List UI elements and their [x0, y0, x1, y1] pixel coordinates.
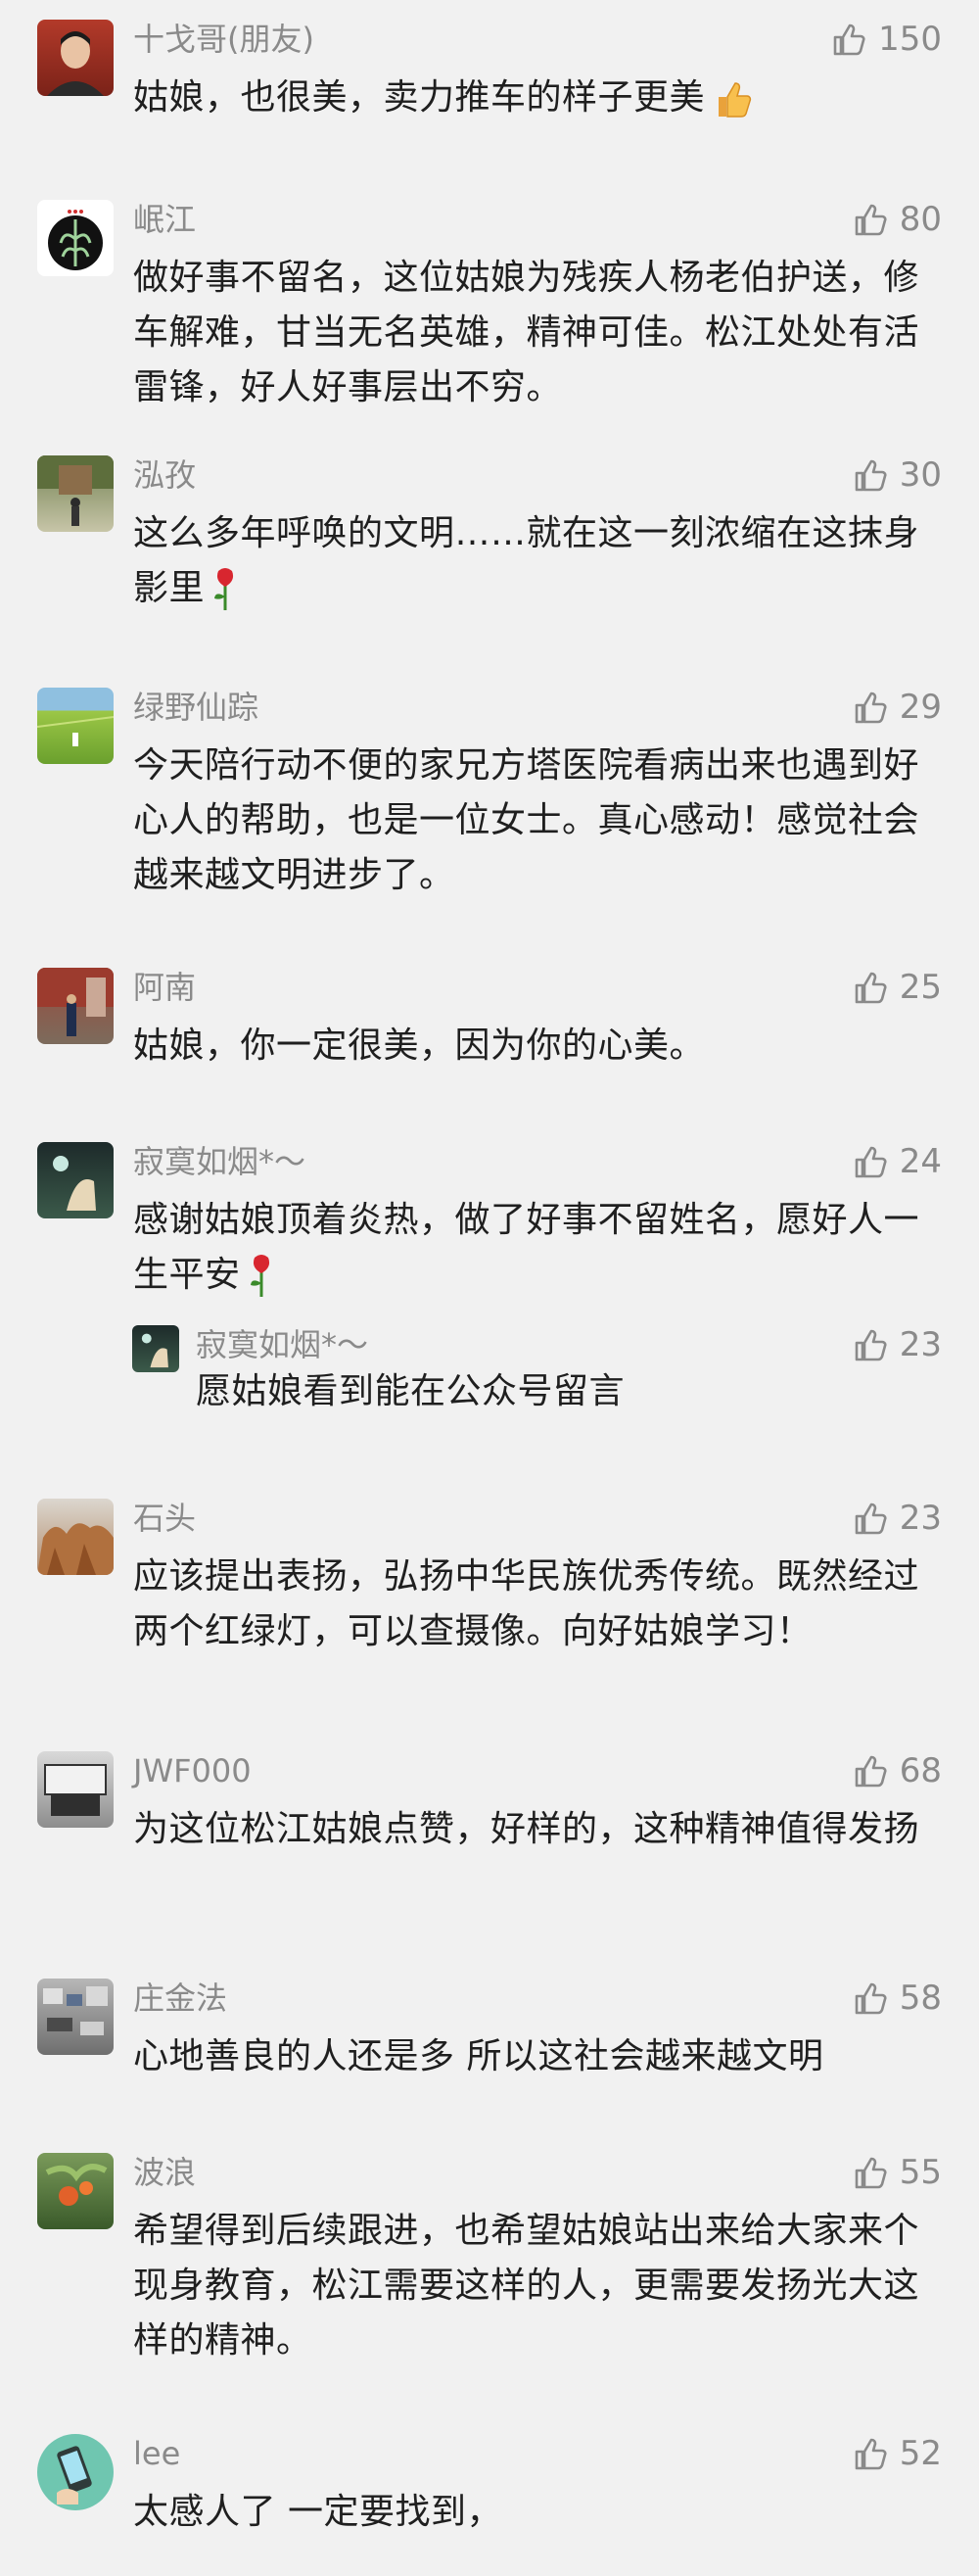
thumbs-up-icon	[855, 204, 887, 236]
comment-author[interactable]: 庄金法	[133, 1977, 227, 2020]
comment-text: 今天陪行动不便的家兄方塔医院看病出来也遇到好心人的帮助，也是一位女士。真心感动！…	[133, 745, 920, 895]
comment-text: 心地善良的人还是多 所以这社会越来越文明	[133, 2036, 824, 2076]
like-button[interactable]: 55	[851, 2151, 942, 2194]
avatar[interactable]	[37, 1142, 114, 1218]
comment-text: 太感人了 一定要找到，	[133, 2492, 502, 2532]
like-count: 58	[899, 1979, 942, 2018]
like-button[interactable]: 80	[851, 198, 942, 241]
avatar[interactable]	[37, 20, 114, 96]
comment-text: 应该提出表扬，弘扬中华民族优秀传统。既然经过两个红绿灯，可以查摄像。向好姑娘学习…	[133, 1556, 920, 1651]
like-count: 55	[899, 2153, 942, 2192]
avatar[interactable]	[132, 1325, 179, 1372]
like-count: 30	[899, 455, 942, 495]
thumbs-up-icon	[855, 1146, 887, 1178]
comment-author[interactable]: 泓孜	[133, 453, 196, 497]
comment-author[interactable]: 石头	[133, 1497, 196, 1540]
comment-text: 姑娘，你一定很美，因为你的心美。	[133, 1026, 706, 1066]
avatar[interactable]	[37, 1979, 114, 2055]
comment-text: 感谢姑娘顶着炎热，做了好事不留姓名，愿好人一生平安	[133, 1193, 936, 1303]
like-count: 23	[899, 1499, 942, 1538]
like-count: 150	[878, 20, 942, 59]
like-count: 52	[899, 2434, 942, 2473]
like-button[interactable]: 52	[851, 2432, 942, 2475]
like-count: 29	[899, 688, 942, 727]
avatar[interactable]	[37, 1499, 114, 1575]
avatar[interactable]	[37, 1751, 114, 1828]
comment-text: 这么多年呼唤的文明……就在这一刻浓缩在这抹身影里	[133, 506, 936, 616]
thumbs-up-icon	[855, 1755, 887, 1788]
comment-author[interactable]: 阿南	[133, 966, 196, 1009]
thumbs-up-icon	[855, 692, 887, 724]
comment-text: 姑娘，也很美，卖力推车的样子更美	[133, 71, 936, 125]
like-button[interactable]: 25	[851, 966, 942, 1009]
like-button[interactable]: 58	[851, 1977, 942, 2020]
reply-author[interactable]: 寂寞如烟*～	[196, 1323, 368, 1366]
comment-text: 为这位松江姑娘点赞，好样的，这种精神值得发扬	[133, 1809, 920, 1849]
thumbs-up-icon	[855, 1329, 887, 1361]
thumbs-up-icon	[855, 2438, 887, 2470]
thumbs-up-icon	[855, 1982, 887, 2015]
like-button[interactable]: 23	[851, 1323, 942, 1366]
thumbs-up-icon	[833, 24, 865, 56]
comment-author[interactable]: 岷江	[133, 198, 196, 241]
comment-author[interactable]: 绿野仙踪	[133, 686, 258, 729]
like-count: 68	[899, 1751, 942, 1790]
rose-emoji	[247, 1254, 276, 1299]
comment-text: 做好事不留名，这位姑娘为残疾人杨老伯护送，修车解难，甘当无名英雄，精神可佳。松江…	[133, 258, 920, 407]
reply-text: 愿姑娘看到能在公众号留言	[196, 1371, 626, 1411]
like-count: 80	[899, 200, 942, 239]
avatar[interactable]	[37, 968, 114, 1044]
thumbs-up-icon	[855, 459, 887, 492]
thumbs-up-icon	[855, 1503, 887, 1535]
thumbs-up-emoji	[711, 77, 754, 120]
avatar[interactable]	[37, 200, 114, 276]
avatar[interactable]	[37, 455, 114, 532]
comment-text: 希望得到后续跟进，也希望姑娘站出来给大家来个现身教育，松江需要这样的人，更需要发…	[133, 2211, 920, 2361]
like-button[interactable]: 150	[829, 18, 942, 61]
comment-author[interactable]: 波浪	[133, 2151, 196, 2194]
like-count: 24	[899, 1142, 942, 1181]
avatar[interactable]	[37, 2153, 114, 2229]
comment-author[interactable]: 寂寞如烟*～	[133, 1140, 305, 1183]
comment-author[interactable]: JWF000	[133, 1749, 252, 1792]
like-button[interactable]: 24	[851, 1140, 942, 1183]
avatar[interactable]	[37, 688, 114, 764]
like-count: 23	[899, 1325, 942, 1364]
comment-author[interactable]: 十戈哥(朋友)	[133, 18, 314, 61]
thumbs-up-icon	[855, 972, 887, 1004]
avatar[interactable]	[37, 2434, 114, 2510]
thumbs-up-icon	[855, 2157, 887, 2189]
like-button[interactable]: 30	[851, 453, 942, 497]
like-button[interactable]: 68	[851, 1749, 942, 1792]
like-button[interactable]: 29	[851, 686, 942, 729]
rose-emoji	[210, 567, 240, 612]
like-count: 25	[899, 968, 942, 1007]
like-button[interactable]: 23	[851, 1497, 942, 1540]
comment-author[interactable]: lee	[133, 2432, 180, 2475]
